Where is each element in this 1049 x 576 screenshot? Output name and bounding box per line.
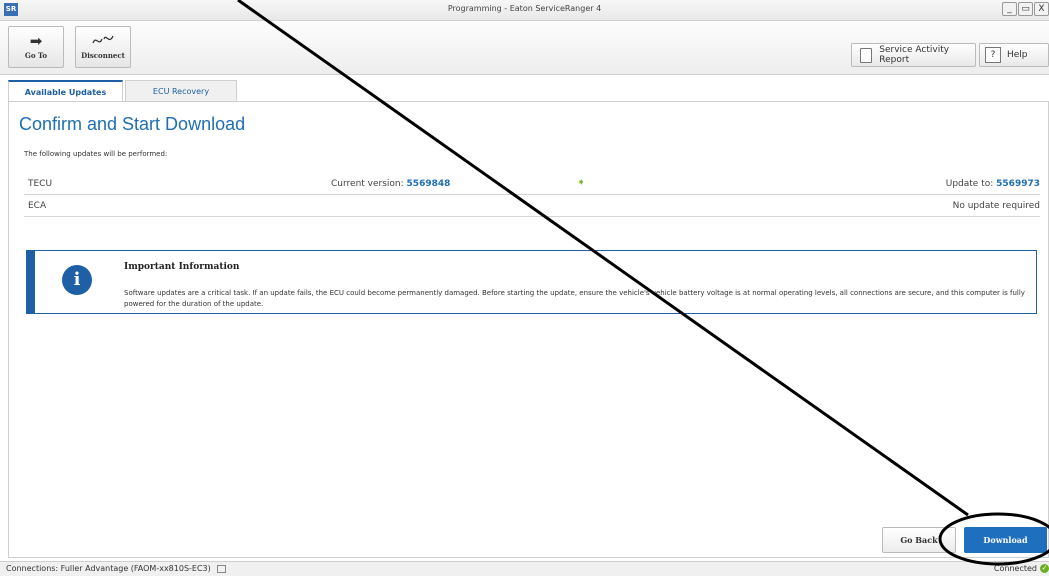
help-icon: ? [985, 47, 1001, 63]
arrow-right-icon: ➡ [29, 32, 43, 50]
tab-bar: Available Updates ECU Recovery [8, 80, 239, 102]
current-version-value: 5569848 [406, 179, 451, 189]
connected-label: Connected [993, 564, 1037, 573]
help-button[interactable]: ? Help [979, 43, 1049, 67]
status-bar: Connections: Fuller Advantage (FAOM-xx81… [0, 561, 1049, 576]
update-row-eca: ECA No update required [24, 196, 1040, 217]
expand-icon[interactable] [216, 564, 226, 573]
download-button[interactable]: Download [964, 527, 1047, 553]
window-controls: _ ▭ X [1001, 2, 1049, 18]
update-row-tecu: TECU Current version: 5569848 ➧ Update t… [24, 174, 1040, 195]
important-information-box: i Important Information Software updates… [26, 250, 1037, 314]
ecu-name: ECA [28, 201, 47, 211]
title-bar: SR Programming - Eaton ServiceRanger 4 _… [0, 0, 1049, 21]
minimize-button[interactable]: _ [1002, 2, 1017, 16]
goto-label: Go To [24, 51, 48, 60]
update-to: Update to: 5569973 [945, 179, 1040, 189]
info-heading: Important Information [124, 262, 240, 272]
connections-status: Connections: Fuller Advantage (FAOM-xx81… [6, 564, 226, 573]
current-version: Current version: 5569848 [331, 179, 451, 189]
goto-button[interactable]: ➡ Go To [8, 26, 64, 68]
disconnect-label: Disconnect [81, 51, 125, 60]
intro-text: The following updates will be performed: [24, 150, 168, 158]
ecu-name: TECU [28, 179, 53, 189]
service-activity-report-button[interactable]: Service Activity Report [851, 43, 976, 67]
update-to-value: 5569973 [996, 179, 1040, 189]
disconnect-button[interactable]: Disconnect [75, 26, 131, 68]
maximize-button[interactable]: ▭ [1018, 2, 1033, 16]
connections-label: Connections: Fuller Advantage (FAOM-xx81… [6, 564, 211, 573]
tab-available-updates[interactable]: Available Updates [8, 80, 123, 102]
info-body: Software updates are a critical task. If… [124, 289, 1025, 308]
go-back-button[interactable]: Go Back [882, 527, 956, 553]
main-content: Confirm and Start Download The following… [8, 101, 1049, 558]
window-title: Programming - Eaton ServiceRanger 4 [447, 4, 602, 13]
check-circle-icon: ✓ [1040, 564, 1049, 573]
service-activity-report-label: Service Activity Report [879, 45, 950, 65]
page-title: Confirm and Start Download [19, 114, 246, 134]
document-icon [860, 47, 873, 63]
update-status: No update required [952, 201, 1040, 211]
arrow-right-icon: ➧ [577, 177, 586, 188]
disconnect-icon [76, 31, 130, 51]
info-icon: i [62, 265, 92, 295]
info-accent-bar [27, 251, 35, 313]
help-label: Help [1007, 50, 1028, 60]
tab-ecu-recovery[interactable]: ECU Recovery [125, 80, 237, 101]
toolbar: ➡ Go To Disconnect Service Activity Repo… [0, 21, 1049, 75]
close-button[interactable]: X [1034, 2, 1049, 16]
